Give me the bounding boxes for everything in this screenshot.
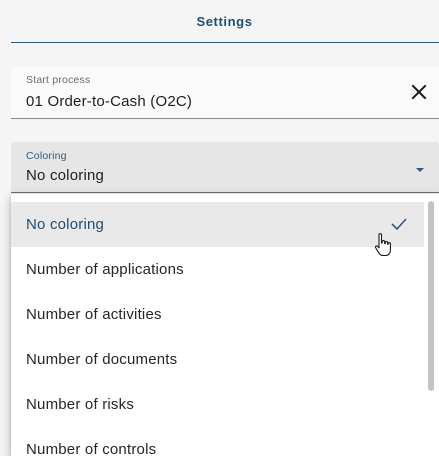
start-process-label: Start process [26,74,91,86]
option-number-of-documents[interactable]: Number of documents [11,337,424,382]
caret-down-icon[interactable] [413,162,427,172]
start-process-value[interactable]: 01 Order-to-Cash (O2C) [26,93,192,110]
option-label: Number of risks [26,396,135,413]
close-icon[interactable] [408,81,430,103]
dropdown-scrollbar[interactable] [428,201,434,391]
settings-title: Settings [196,14,253,29]
title-divider [11,42,439,43]
check-icon [391,218,407,231]
coloring-label: Coloring [26,150,67,162]
option-label: Number of applications [26,261,184,278]
coloring-select[interactable]: Coloring No coloring [11,142,439,193]
option-number-of-activities[interactable]: Number of activities [11,292,424,337]
start-process-field[interactable]: Start process 01 Order-to-Cash (O2C) [11,67,439,119]
option-label: Number of controls [26,441,157,456]
option-number-of-controls[interactable]: Number of controls [11,427,424,456]
option-label: No coloring [26,216,105,233]
option-label: Number of documents [26,351,178,368]
option-number-of-applications[interactable]: Number of applications [11,247,424,292]
coloring-value[interactable]: No coloring [26,167,104,184]
coloring-dropdown-list: No coloring Number of applications Numbe… [11,194,439,456]
option-label: Number of activities [26,306,162,323]
option-no-coloring[interactable]: No coloring [11,202,424,257]
option-number-of-risks[interactable]: Number of risks [11,382,424,427]
